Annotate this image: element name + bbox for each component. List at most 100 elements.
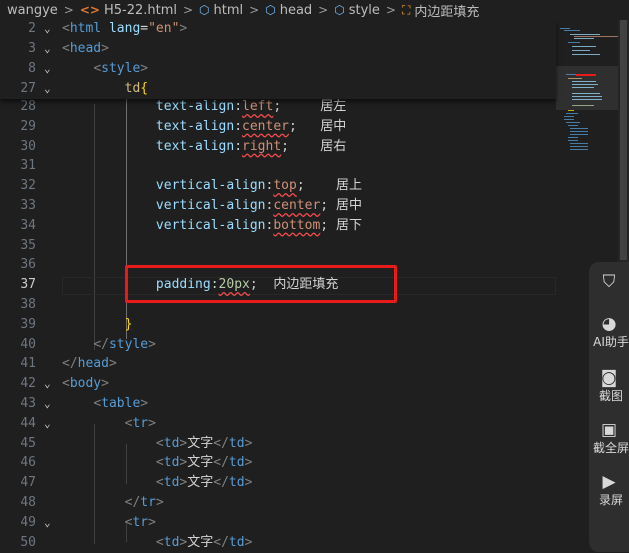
- token-br: <: [62, 376, 70, 392]
- token-tag: body: [69, 376, 102, 392]
- code-line[interactable]: 32 vertical-align:top; 居上: [0, 176, 556, 196]
- code-line[interactable]: 41 </head>: [0, 354, 556, 374]
- tool-label: 截全屏: [593, 441, 629, 455]
- code-text: vertical-align:center; 居中: [62, 196, 362, 216]
- minimap-line: [572, 81, 596, 82]
- code-line[interactable]: 27 ⌄ td{: [0, 79, 556, 99]
- minimap-line: [572, 93, 600, 94]
- token-tag: td: [163, 475, 180, 491]
- token-tag: td: [228, 455, 245, 471]
- fold-chevron-icon[interactable]: ⌄: [44, 414, 51, 434]
- fold-chevron-icon[interactable]: ⌄: [44, 513, 51, 533]
- code-text: <tr>: [62, 414, 156, 434]
- code-line[interactable]: 49 ⌄ <tr>: [0, 513, 556, 533]
- breadcrumb-item[interactable]: <> H5-22.html >: [74, 3, 193, 18]
- code-line[interactable]: 43 ⌄ <table>: [0, 394, 556, 414]
- token-val: center: [273, 198, 321, 213]
- token-pn: ;: [320, 198, 329, 213]
- minimap-line: [570, 131, 588, 132]
- code-text: <td>文字</td>: [62, 434, 252, 454]
- minimap-line: [570, 143, 588, 144]
- minimap-error-marker: [576, 74, 596, 76]
- code-line[interactable]: 48 </tr>: [0, 493, 556, 513]
- code-line[interactable]: 46 <td>文字</td>: [0, 453, 556, 473]
- code-line[interactable]: 50 <td>文字</td>: [0, 533, 556, 553]
- minimap-line: [570, 134, 588, 135]
- screenshot-tool[interactable]: ◙ 截图: [589, 368, 629, 404]
- element-cube-icon: ⬡: [334, 3, 345, 17]
- code-line[interactable]: 29 text-align:center; 居中: [0, 117, 556, 137]
- line-number: 41: [20, 356, 36, 372]
- code-line[interactable]: 35: [0, 236, 556, 256]
- code-line[interactable]: 47 <td>文字</td>: [0, 473, 556, 493]
- minimap-visible-region[interactable]: [556, 66, 618, 110]
- monitor-capture-icon: ▣: [600, 420, 618, 440]
- code-text: <html lang="en">: [62, 19, 187, 39]
- fold-chevron-icon[interactable]: ⌄: [44, 19, 51, 39]
- code-line[interactable]: 30 text-align:right; 居右: [0, 137, 556, 157]
- code-editor[interactable]: 2 ⌄ <html lang="en"> 3 ⌄ <head> 8 ⌄ <style> 27 ⌄ …: [0, 20, 556, 550]
- breadcrumb-item[interactable]: wangye >: [0, 3, 74, 18]
- code-text: text-align:center; 居中: [62, 117, 346, 137]
- breadcrumb-item[interactable]: ⬡ style >: [328, 3, 396, 18]
- code-line[interactable]: 39 }: [0, 315, 556, 335]
- code-line[interactable]: 31: [0, 156, 556, 176]
- record-tool[interactable]: ▶ 录屏: [589, 472, 629, 508]
- breadcrumb-separator: >: [385, 3, 396, 17]
- breadcrumb-item[interactable]: ⛶ 内边距填充: [396, 1, 479, 20]
- code-line[interactable]: 3 ⌄ <head>: [0, 39, 556, 59]
- token-cmt: 居右: [289, 138, 347, 154]
- minimap-line: [570, 34, 600, 35]
- fold-chevron-icon[interactable]: ⌄: [44, 59, 51, 79]
- shield-icon: ⛉: [602, 272, 616, 292]
- code-line[interactable]: 34 vertical-align:bottom; 居下: [0, 216, 556, 236]
- code-line[interactable]: 2 ⌄ <html lang="en">: [0, 19, 556, 39]
- code-line[interactable]: 33 vertical-align:center; 居中: [0, 196, 556, 216]
- scrollbar-thumb[interactable]: [620, 20, 627, 260]
- token-br: >: [108, 356, 117, 372]
- breadcrumb-item[interactable]: ⬡ html >: [193, 3, 259, 18]
- line-number: 27: [20, 81, 36, 96]
- minimap-line: [572, 96, 602, 97]
- code-line[interactable]: 42 ⌄ <body>: [0, 374, 556, 394]
- line-number: 3: [28, 41, 36, 56]
- token-cmt: 居中: [328, 198, 362, 213]
- camera-icon: ◙: [600, 368, 618, 388]
- token-br: </: [93, 336, 109, 352]
- code-text: <head>: [62, 39, 109, 59]
- fold-chevron-icon[interactable]: ⌄: [44, 39, 51, 59]
- line-number: 48: [20, 495, 36, 510]
- code-line[interactable]: 44 ⌄ <tr>: [0, 414, 556, 434]
- line-number: 43: [20, 396, 36, 411]
- shield-tool[interactable]: ⛉: [589, 272, 629, 292]
- breadcrumb-item[interactable]: ⬡ head >: [259, 3, 328, 18]
- code-line[interactable]: 45 <td>文字</td>: [0, 434, 556, 454]
- token-br: >: [148, 514, 156, 530]
- ai-assistant-tool[interactable]: ◕ AI助手: [589, 314, 629, 350]
- code-line[interactable]: 40 </style>: [0, 335, 556, 355]
- fold-chevron-icon[interactable]: ⌄: [44, 374, 51, 394]
- breadcrumb-label: html: [213, 2, 244, 18]
- fold-chevron-icon[interactable]: ⌄: [44, 79, 51, 99]
- fullscreen-capture-tool[interactable]: ▣ 截全屏: [589, 420, 629, 456]
- video-camera-icon: ▶: [602, 472, 616, 492]
- fold-chevron-icon[interactable]: ⌄: [44, 394, 51, 414]
- token-pn: ;: [289, 118, 297, 134]
- token-tag: style: [101, 61, 141, 76]
- token-cmt: 居下: [328, 217, 362, 233]
- minimap-line: [568, 140, 578, 141]
- token-prop: text-align: [155, 118, 235, 134]
- token-cmt: 居左: [281, 99, 347, 114]
- line-number: 35: [20, 237, 36, 253]
- code-line[interactable]: 28 text-align:left; 居左: [0, 97, 556, 117]
- token-br: >: [244, 534, 253, 550]
- token-tag: tr: [132, 415, 149, 431]
- code-line[interactable]: 8 ⌄ <style>: [0, 59, 556, 79]
- token-pn: :: [234, 138, 243, 154]
- sticky-scroll-header[interactable]: 2 ⌄ <html lang="en"> 3 ⌄ <head> 8 ⌄ <style> 27 ⌄ …: [0, 20, 556, 99]
- breadcrumb-separator: >: [63, 3, 74, 17]
- code-text: <table>: [62, 394, 148, 414]
- minimap-line: [564, 119, 574, 120]
